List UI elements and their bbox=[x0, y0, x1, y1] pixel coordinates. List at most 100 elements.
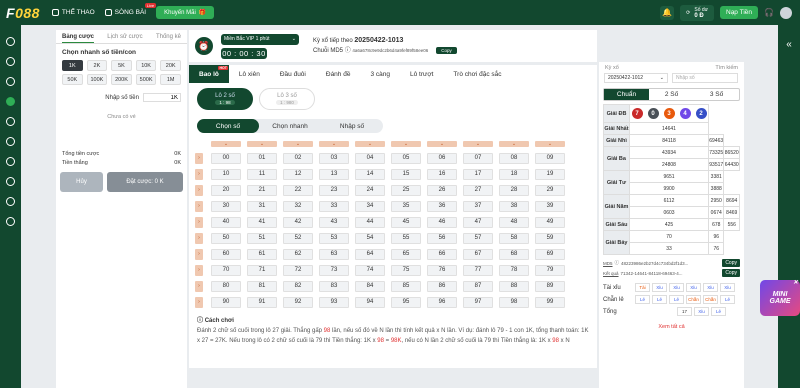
number-cell[interactable]: 66 bbox=[427, 248, 457, 260]
number-cell[interactable]: 35 bbox=[391, 200, 421, 212]
number-cell[interactable]: 71 bbox=[247, 264, 277, 276]
number-cell[interactable]: 80 bbox=[211, 280, 241, 292]
nav-casino[interactable]: SÒNG BÀI Live bbox=[104, 3, 157, 16]
number-cell[interactable]: 10 bbox=[211, 168, 241, 180]
row-select-arrow[interactable]: › bbox=[195, 184, 203, 196]
column-select-arrow[interactable]: ⌄ bbox=[427, 141, 457, 147]
number-cell[interactable]: 28 bbox=[499, 184, 529, 196]
tab-game-type[interactable]: Trò chơi đặc sắc bbox=[443, 65, 511, 83]
tab-game-type[interactable]: 3 càng bbox=[360, 65, 400, 83]
tab-2-digits[interactable]: 2 Số bbox=[649, 89, 694, 100]
logo[interactable]: F088 bbox=[6, 5, 40, 21]
row-select-arrow[interactable]: › bbox=[195, 280, 203, 292]
number-cell[interactable]: 30 bbox=[211, 200, 241, 212]
number-cell[interactable]: 19 bbox=[535, 168, 565, 180]
number-cell[interactable]: 27 bbox=[463, 184, 493, 196]
number-cell[interactable]: 39 bbox=[535, 200, 565, 212]
number-cell[interactable]: 05 bbox=[391, 152, 421, 164]
sidebar-other-icon[interactable] bbox=[6, 217, 15, 226]
column-select-arrow[interactable]: ⌄ bbox=[463, 141, 493, 147]
tab-input-number[interactable]: Nhập số bbox=[321, 119, 383, 133]
column-select-arrow[interactable]: ⌄ bbox=[211, 141, 241, 147]
collapse-icon[interactable]: « bbox=[786, 39, 792, 388]
number-cell[interactable]: 82 bbox=[283, 280, 313, 292]
number-cell[interactable]: 34 bbox=[355, 200, 385, 212]
number-cell[interactable]: 15 bbox=[391, 168, 421, 180]
column-select-arrow[interactable]: ⌄ bbox=[319, 141, 349, 147]
number-cell[interactable]: 46 bbox=[427, 216, 457, 228]
cancel-button[interactable]: Hủy bbox=[60, 172, 103, 192]
number-cell[interactable]: 07 bbox=[463, 152, 493, 164]
number-cell[interactable]: 86 bbox=[427, 280, 457, 292]
info-icon[interactable]: ⓘ bbox=[345, 48, 351, 54]
number-cell[interactable]: 84 bbox=[355, 280, 385, 292]
deposit-button[interactable]: Nạp Tiền bbox=[720, 6, 759, 19]
number-cell[interactable]: 64 bbox=[355, 248, 385, 260]
sidebar-game-icon[interactable] bbox=[6, 197, 15, 206]
number-cell[interactable]: 99 bbox=[535, 296, 565, 308]
column-select-arrow[interactable]: ⌄ bbox=[355, 141, 385, 147]
number-cell[interactable]: 68 bbox=[499, 248, 529, 260]
number-cell[interactable]: 44 bbox=[355, 216, 385, 228]
sidebar-sports-icon[interactable] bbox=[6, 57, 15, 66]
number-cell[interactable]: 72 bbox=[283, 264, 313, 276]
number-cell[interactable]: 83 bbox=[319, 280, 349, 292]
nav-sports[interactable]: THỂ THAO bbox=[51, 9, 95, 16]
sidebar-slots-icon[interactable] bbox=[6, 117, 15, 126]
sidebar-home-icon[interactable] bbox=[6, 37, 15, 46]
balance-box[interactable]: ⟳ Số dư 0 Đ bbox=[680, 4, 714, 21]
number-cell[interactable]: 40 bbox=[211, 216, 241, 228]
number-cell[interactable]: 20 bbox=[211, 184, 241, 196]
avatar[interactable] bbox=[780, 6, 792, 19]
number-cell[interactable]: 96 bbox=[427, 296, 457, 308]
amount-chip[interactable]: 5K bbox=[111, 60, 132, 71]
amount-input[interactable] bbox=[143, 93, 181, 102]
number-cell[interactable]: 38 bbox=[499, 200, 529, 212]
number-cell[interactable]: 50 bbox=[211, 232, 241, 244]
subtype-lo2[interactable]: Lô 2 số 1 : 98 bbox=[197, 88, 253, 110]
close-icon[interactable]: ✕ bbox=[793, 280, 798, 287]
number-cell[interactable]: 43 bbox=[319, 216, 349, 228]
number-cell[interactable]: 98 bbox=[499, 296, 529, 308]
number-cell[interactable]: 45 bbox=[391, 216, 421, 228]
row-select-arrow[interactable]: › bbox=[195, 216, 203, 228]
column-select-arrow[interactable]: ⌄ bbox=[499, 141, 529, 147]
tab-3-digits[interactable]: 3 Số bbox=[694, 89, 739, 100]
game-select[interactable]: Miền Bắc VIP 1 phút ⌄ bbox=[221, 33, 299, 45]
number-cell[interactable]: 79 bbox=[535, 264, 565, 276]
number-cell[interactable]: 57 bbox=[463, 232, 493, 244]
number-cell[interactable]: 51 bbox=[247, 232, 277, 244]
number-cell[interactable]: 31 bbox=[247, 200, 277, 212]
row-select-arrow[interactable]: › bbox=[195, 296, 203, 308]
number-cell[interactable]: 01 bbox=[247, 152, 277, 164]
number-cell[interactable]: 78 bbox=[499, 264, 529, 276]
number-cell[interactable]: 26 bbox=[427, 184, 457, 196]
amount-chip[interactable]: 2K bbox=[86, 60, 108, 71]
number-cell[interactable]: 91 bbox=[247, 296, 277, 308]
number-cell[interactable]: 73 bbox=[319, 264, 349, 276]
tab-quick-pick[interactable]: Chọn nhanh bbox=[259, 119, 321, 133]
column-select-arrow[interactable]: ⌄ bbox=[283, 141, 313, 147]
number-cell[interactable]: 70 bbox=[211, 264, 241, 276]
column-select-arrow[interactable]: ⌄ bbox=[391, 141, 421, 147]
number-cell[interactable]: 13 bbox=[319, 168, 349, 180]
amount-chip[interactable]: 1K bbox=[62, 60, 83, 71]
bell-icon[interactable]: 🔔 bbox=[660, 5, 675, 20]
number-cell[interactable]: 11 bbox=[247, 168, 277, 180]
number-cell[interactable]: 56 bbox=[427, 232, 457, 244]
tab-bet-history[interactable]: Lịch sử cược bbox=[107, 34, 142, 43]
number-cell[interactable]: 90 bbox=[211, 296, 241, 308]
view-all-link[interactable]: Xem tất cả bbox=[599, 324, 744, 330]
copy-md5-button[interactable]: Copy bbox=[436, 47, 457, 54]
number-cell[interactable]: 02 bbox=[283, 152, 313, 164]
amount-chip[interactable]: 1M bbox=[160, 74, 181, 85]
number-cell[interactable]: 69 bbox=[535, 248, 565, 260]
tab-game-type[interactable]: Đầu đuôi bbox=[270, 65, 316, 83]
number-cell[interactable]: 85 bbox=[391, 280, 421, 292]
number-cell[interactable]: 17 bbox=[463, 168, 493, 180]
number-cell[interactable]: 67 bbox=[463, 248, 493, 260]
number-cell[interactable]: 87 bbox=[463, 280, 493, 292]
number-cell[interactable]: 60 bbox=[211, 248, 241, 260]
number-cell[interactable]: 49 bbox=[535, 216, 565, 228]
row-select-arrow[interactable]: › bbox=[195, 200, 203, 212]
